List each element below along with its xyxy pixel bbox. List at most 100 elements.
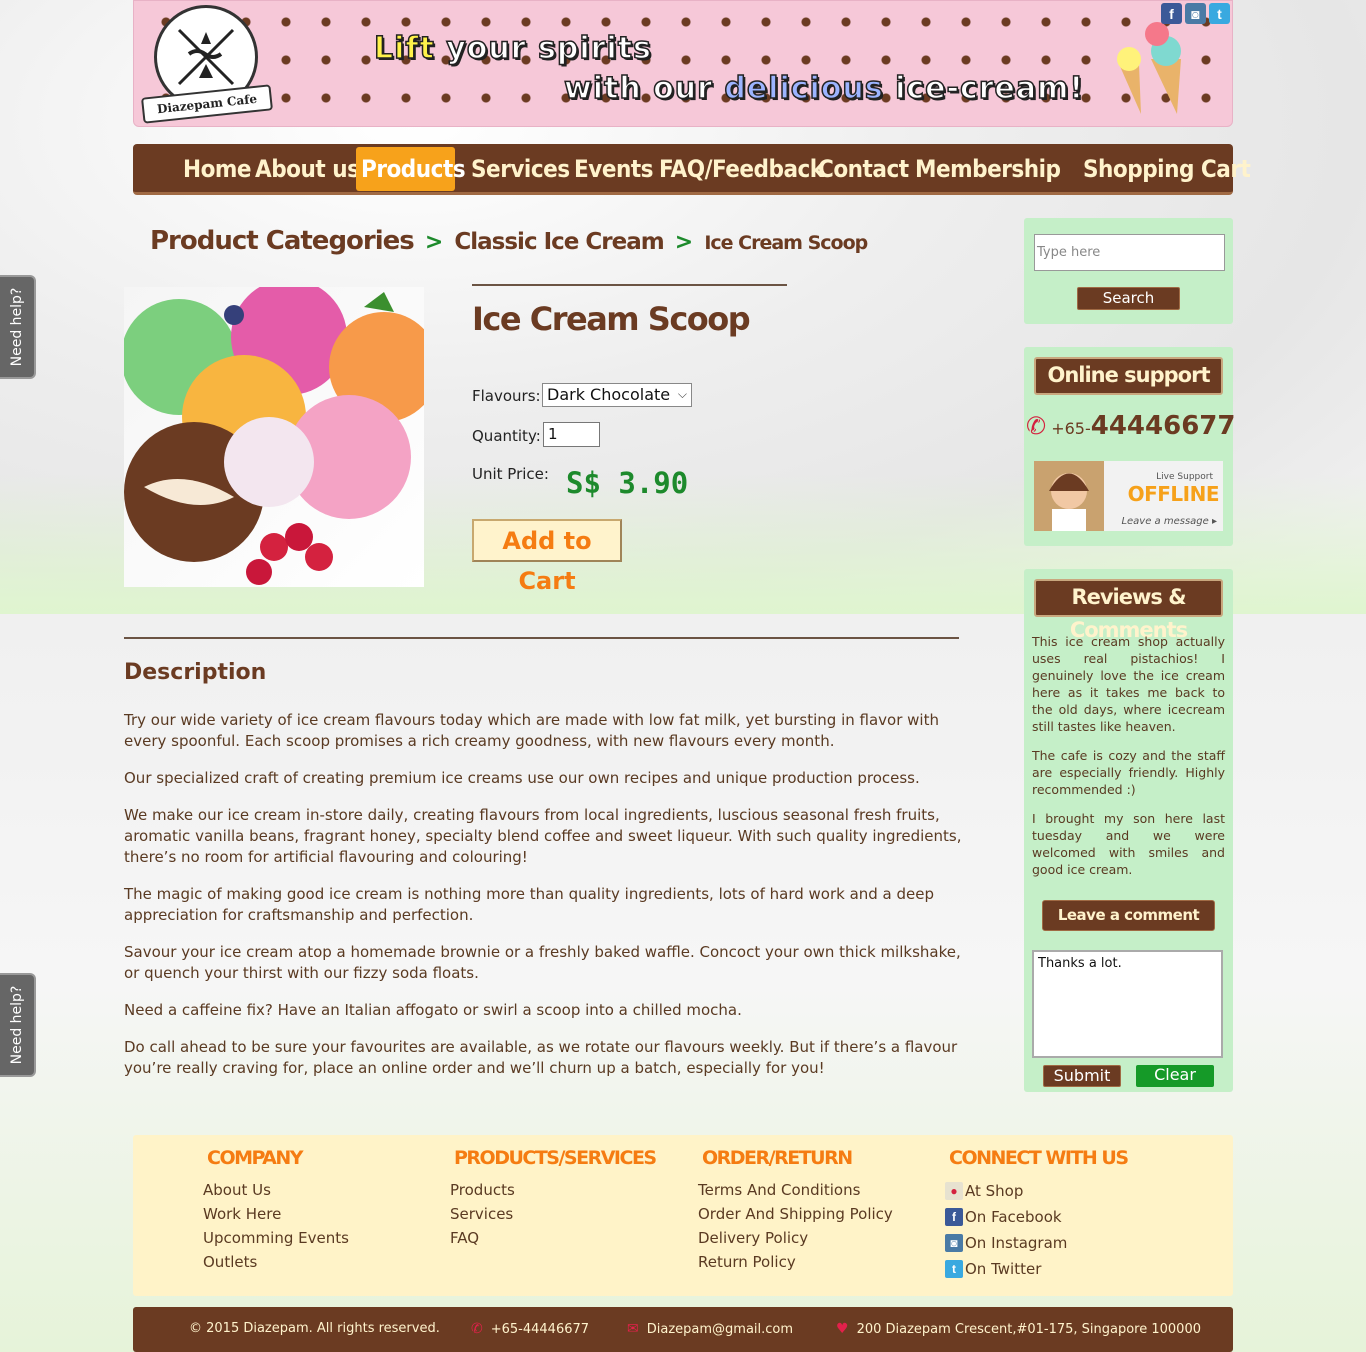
- footer-link-terms[interactable]: Terms And Conditions: [698, 1178, 893, 1202]
- connect-label: On Instagram: [965, 1234, 1068, 1252]
- need-help-label: Need help?: [9, 287, 25, 367]
- description-paragraph: The magic of making good ice cream is no…: [124, 885, 935, 924]
- breadcrumb-product-categories[interactable]: Product Categories: [150, 226, 415, 256]
- chevron-down-icon: ⌵: [677, 387, 687, 401]
- comment-textarea[interactable]: Thanks a lot.: [1032, 950, 1223, 1058]
- need-help-tab[interactable]: Need help?: [0, 973, 36, 1077]
- connect-label: On Twitter: [965, 1260, 1042, 1278]
- offline-leave-text: Leave a message ▸: [1121, 516, 1217, 527]
- review-item: The cafe is cozy and the staff are espec…: [1032, 748, 1225, 797]
- quantity-label: Quantity:: [472, 427, 541, 445]
- footer-link-services[interactable]: Services: [450, 1202, 656, 1226]
- phone-number: 44446677: [1090, 411, 1236, 441]
- add-to-cart-button[interactable]: Add to Cart: [472, 519, 622, 595]
- footer-link-about-us[interactable]: About Us: [203, 1178, 349, 1202]
- footer-link-instagram[interactable]: ◙ On Instagram: [945, 1230, 1128, 1256]
- twitter-icon: t: [945, 1260, 963, 1278]
- banner-tagline-2: with our delicious ice-cream!: [563, 70, 1085, 107]
- description-title: Description: [124, 660, 267, 685]
- description-paragraph: Try our wide variety of ice cream flavou…: [124, 711, 939, 750]
- submit-button[interactable]: Submit: [1043, 1065, 1121, 1087]
- instagram-icon: ◙: [945, 1234, 963, 1252]
- social-icons-top: f ◙ t: [1161, 3, 1230, 24]
- offline-small-text: Live Support: [1156, 472, 1213, 482]
- description-body: Try our wide variety of ice cream flavou…: [124, 710, 964, 1095]
- footer-link-products[interactable]: Products: [450, 1178, 656, 1202]
- live-support-offline-banner[interactable]: Live Support OFFLINE Leave a message ▸: [1034, 461, 1223, 531]
- breadcrumb: Product Categories > Classic Ice Cream >…: [150, 226, 868, 256]
- nav-about-us[interactable]: About us: [250, 147, 364, 191]
- search-input[interactable]: Type here: [1034, 234, 1225, 271]
- leave-comment-button[interactable]: Leave a comment: [1042, 900, 1215, 931]
- support-phone[interactable]: ✆ +65-44446677: [1026, 411, 1235, 441]
- footer-link-upcoming-events[interactable]: Upcomming Events: [203, 1226, 349, 1250]
- need-help-tab[interactable]: Need help?: [0, 275, 36, 379]
- flavours-label: Flavours:: [472, 387, 541, 405]
- nav-home[interactable]: Home: [178, 147, 256, 191]
- sidebar-reviews: Reviews & Comments This ice cream shop a…: [1024, 569, 1233, 1092]
- breadcrumb-current: Ice Cream Scoop: [704, 232, 868, 254]
- crossed-arrows-icon: [177, 28, 235, 86]
- twitter-icon[interactable]: t: [1209, 3, 1230, 24]
- nav-events[interactable]: Events: [569, 147, 658, 191]
- flavour-select[interactable]: Dark Chocolate ⌵: [542, 383, 692, 407]
- description-paragraph: Do call ahead to be sure your favourites…: [124, 1038, 958, 1077]
- footer-order-heading: ORDER/RETURN: [702, 1147, 853, 1169]
- footer-link-twitter[interactable]: t On Twitter: [945, 1256, 1128, 1282]
- phone-icon: ✆: [471, 1321, 483, 1337]
- product-title: Ice Cream Scoop: [472, 300, 751, 338]
- footer-company-heading: COMPANY: [207, 1147, 304, 1169]
- footer-link-work-here[interactable]: Work Here: [203, 1202, 349, 1226]
- footer-link-facebook[interactable]: f On Facebook: [945, 1204, 1128, 1230]
- nav-faq-feedback[interactable]: FAQ/Feedback: [654, 147, 829, 191]
- banner-word-delicious: delicious: [724, 70, 884, 107]
- footer-link-faq[interactable]: FAQ: [450, 1226, 656, 1250]
- clear-button[interactable]: Clear: [1136, 1065, 1214, 1087]
- product-image: [124, 287, 424, 587]
- footer-connect-heading: CONNECT WITH US: [949, 1147, 1129, 1169]
- footer-company-column: COMPANY About Us Work Here Upcomming Eve…: [203, 1147, 349, 1274]
- footer-link-outlets[interactable]: Outlets: [203, 1250, 349, 1274]
- mail-icon: ✉: [627, 1321, 639, 1337]
- facebook-icon[interactable]: f: [1161, 3, 1182, 24]
- reviews-title: Reviews & Comments: [1034, 579, 1223, 642]
- sidebar-search: Type here Search: [1024, 218, 1233, 324]
- bottom-address-text: 200 Diazepam Crescent,#01-175, Singapore…: [856, 1322, 1201, 1337]
- connect-label: On Facebook: [965, 1208, 1062, 1226]
- breadcrumb-separator: >: [424, 230, 444, 255]
- banner-word-icecream: ice-cream!: [894, 70, 1085, 107]
- nav-membership[interactable]: Membership: [910, 147, 1065, 191]
- description-paragraph: Need a caffeine fix? Have an Italian aff…: [124, 1001, 742, 1019]
- nav-products[interactable]: Products: [356, 147, 466, 191]
- copyright-text: © 2015 Diazepam. All rights reserved.: [189, 1321, 440, 1336]
- instagram-icon[interactable]: ◙: [1185, 3, 1206, 24]
- search-button[interactable]: Search: [1077, 287, 1180, 310]
- banner-word-lift: Lift: [373, 30, 435, 67]
- nav-shopping-cart[interactable]: Shopping Cart: [1078, 147, 1255, 191]
- main-nav: Home About us Products Services Events F…: [133, 144, 1251, 195]
- header-banner: Diazepam Cafe Lift your spirits with our…: [133, 0, 1233, 127]
- nav-contact[interactable]: Contact: [813, 147, 914, 191]
- flavour-selected-value: Dark Chocolate: [547, 385, 671, 404]
- description-rule: [124, 637, 959, 639]
- footer-link-return-policy[interactable]: Return Policy: [698, 1250, 893, 1274]
- breadcrumb-separator: >: [674, 230, 694, 255]
- facebook-icon: f: [945, 1208, 963, 1226]
- bottom-phone: ✆ +65-44446677: [471, 1321, 589, 1337]
- quantity-input[interactable]: 1: [543, 422, 600, 447]
- breadcrumb-classic-ice-cream[interactable]: Classic Ice Cream: [454, 229, 664, 255]
- product-top-rule: [472, 284, 787, 286]
- footer-link-shipping-policy[interactable]: Order And Shipping Policy: [698, 1202, 893, 1226]
- need-help-label: Need help?: [9, 985, 25, 1065]
- description-paragraph: We make our ice cream in-store daily, cr…: [124, 806, 962, 866]
- footer-link-at-shop[interactable]: ● At Shop: [945, 1178, 1128, 1204]
- heart-icon: ♥: [836, 1321, 849, 1337]
- ice-cream-cones-icon: [1117, 22, 1181, 114]
- footer-products-heading: PRODUCTS/SERVICES: [454, 1147, 657, 1169]
- bottom-email[interactable]: ✉ Diazepam@gmail.com: [627, 1321, 793, 1337]
- bottom-bar: © 2015 Diazepam. All rights reserved. ✆ +…: [133, 1307, 1233, 1352]
- nav-services[interactable]: Services: [466, 147, 575, 191]
- online-support-title: Online support: [1034, 357, 1223, 395]
- footer-link-delivery-policy[interactable]: Delivery Policy: [698, 1226, 893, 1250]
- unit-price-label: Unit Price:: [472, 465, 549, 483]
